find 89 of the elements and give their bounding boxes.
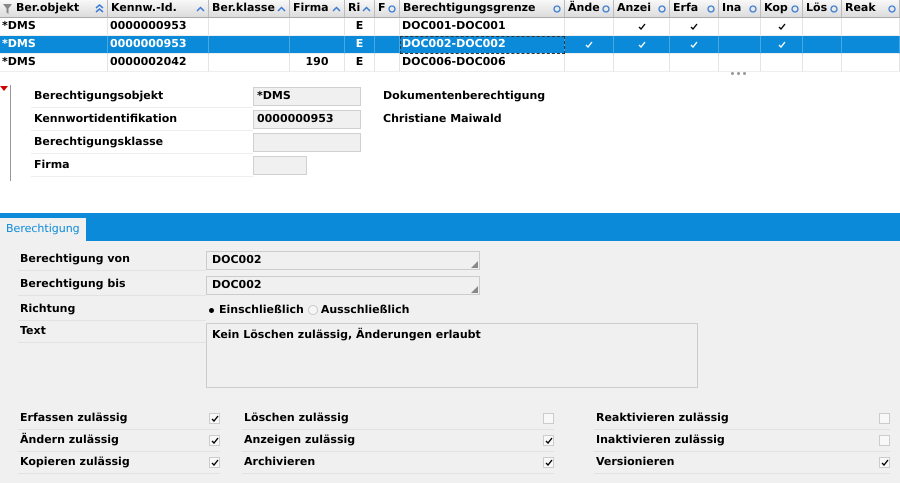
input-field[interactable]: DOC002 (206, 276, 480, 294)
input-field[interactable]: *DMS (253, 87, 361, 106)
resize-handle-icon[interactable] (471, 260, 478, 268)
column-header[interactable]: Reak (842, 0, 900, 18)
check-icon (690, 41, 698, 48)
field-label: Berechtigungsklasse (31, 132, 253, 154)
table-cell: DOC002-DOC002 (400, 36, 565, 54)
sort-up-icon (277, 6, 286, 12)
column-header[interactable]: Lös (803, 0, 842, 18)
collapse-icon[interactable] (0, 86, 8, 91)
check-icon (778, 41, 786, 48)
splitter-grip-icon[interactable] (731, 72, 746, 75)
field-label: Text (18, 321, 206, 343)
field-label: Berechtigung bis (18, 274, 206, 296)
table-cell: DOC006-DOC006 (400, 54, 565, 72)
sort-circle-icon (888, 4, 896, 12)
column-header[interactable]: Ber.klasse (209, 0, 290, 18)
sort-circle-icon (388, 4, 396, 12)
sort-circle-icon (553, 4, 561, 12)
checkbox[interactable] (209, 457, 220, 468)
checkbox[interactable] (209, 435, 220, 446)
sort-circle-icon (830, 4, 838, 12)
table-cell: 190 (290, 54, 345, 72)
checkbox-label: Archivieren (244, 454, 316, 470)
checkbox-label: Löschen zulässig (244, 410, 350, 426)
field-label: Berechtigungsobjekt (31, 86, 253, 108)
table-cell: *DMS (0, 54, 108, 72)
field-label: Berechtigung von (18, 249, 206, 271)
checkbox-label: Kopieren zulässig (20, 454, 131, 470)
radio-option[interactable]: Einschließlich (206, 302, 304, 318)
column-header[interactable]: F (375, 0, 400, 18)
resize-handle-icon[interactable] (471, 286, 478, 292)
check-icon (638, 23, 646, 30)
field-label: Kennwortidentifikation (31, 108, 253, 130)
checkbox-label: Erfassen zulässig (20, 410, 129, 426)
column-header[interactable]: Ri (345, 0, 375, 18)
checkbox[interactable] (879, 457, 890, 468)
checkbox[interactable] (543, 413, 554, 424)
field-label: Richtung (18, 299, 206, 321)
description-text: Dokumentenberechtigung (383, 88, 546, 104)
description-text: Christiane Maiwald (383, 111, 502, 128)
sort-circle-icon (602, 4, 610, 12)
table-cell: E (345, 36, 375, 54)
sort-circle-icon (791, 4, 799, 12)
checkbox-label: Anzeigen zulässig (244, 432, 356, 448)
column-header[interactable]: Ina (719, 0, 761, 18)
filter-icon (3, 4, 12, 14)
column-header[interactable]: Anzei (614, 0, 670, 18)
sort-circle-icon (658, 4, 666, 12)
checkbox-label: Inaktivieren zulässig (596, 432, 726, 448)
checkbox[interactable] (209, 413, 220, 424)
input-field[interactable] (253, 133, 361, 152)
column-header[interactable]: Firma (290, 0, 345, 18)
checkbox-label: Versionieren (596, 454, 676, 470)
sort-up-icon (196, 6, 205, 12)
column-header[interactable]: Berechtigungsgrenze (400, 0, 565, 18)
check-icon (690, 23, 698, 30)
sort-double-up-icon (95, 4, 104, 13)
table-cell: 0000002042 (108, 54, 209, 72)
sort-circle-icon (749, 4, 757, 12)
sort-up-icon (332, 6, 341, 12)
sort-circle-icon (707, 4, 715, 12)
input-field[interactable]: DOC002 (206, 250, 480, 270)
check-icon (585, 41, 593, 48)
sort-up-icon (362, 6, 371, 12)
column-header[interactable]: Kennw.-Id. (108, 0, 209, 18)
column-header[interactable]: Ände (565, 0, 614, 18)
table-cell (375, 54, 400, 72)
checkbox[interactable] (879, 413, 890, 424)
input-field[interactable]: 0000000953 (253, 110, 361, 129)
column-header[interactable]: Kop (761, 0, 803, 18)
table-cell: *DMS (0, 36, 108, 54)
table-cell (375, 36, 400, 54)
column-header[interactable]: Erfa (670, 0, 719, 18)
table-cell (290, 36, 345, 54)
checkbox[interactable] (543, 435, 554, 446)
checkbox-label: Reaktivieren zulässig (596, 410, 730, 426)
table-cell: 0000000953 (108, 36, 209, 54)
field-label: Firma (31, 154, 253, 176)
table-cell: E (345, 54, 375, 72)
column-header[interactable]: Ber.objekt (0, 0, 108, 18)
checkbox-label: Ändern zulässig (20, 432, 120, 448)
text-area[interactable]: Kein Löschen zulässig, Änderungen erlaubt (206, 323, 698, 388)
checkbox[interactable] (543, 457, 554, 468)
input-field[interactable] (253, 156, 307, 175)
check-icon (778, 23, 786, 30)
radio-option[interactable]: Ausschließlich (308, 302, 410, 318)
checkbox[interactable] (879, 435, 890, 446)
check-icon (638, 41, 646, 48)
